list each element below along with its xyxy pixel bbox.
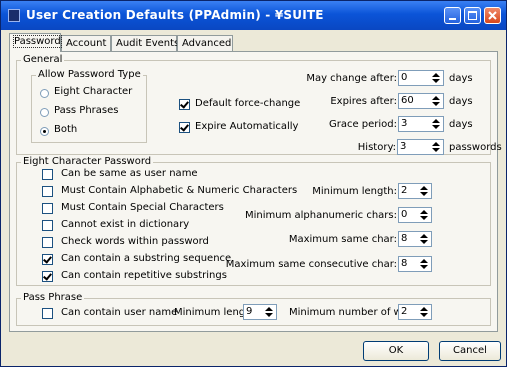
app-icon [8, 9, 20, 22]
spin-arrows-icon[interactable] [428, 94, 443, 108]
default-force-change-label: Default force-change [195, 98, 301, 109]
window-title: User Creation Defaults (PPAdmin) - ¥SUIT… [26, 8, 324, 22]
eight-character-password-group: Eight Character Password Can be same as … [16, 156, 491, 286]
tab-audit-events[interactable]: Audit Events [111, 35, 180, 51]
history-spinner[interactable]: 3 [397, 139, 444, 155]
tab-account[interactable]: Account [61, 35, 111, 51]
spin-arrows-icon[interactable] [416, 305, 431, 319]
not-in-dictionary-label: Cannot exist in dictionary [61, 219, 190, 230]
min-length-label: Minimum length: [312, 186, 397, 197]
substring-sequence-label: Can contain a substring sequence [61, 253, 232, 264]
max-same-char-spinner[interactable]: 8 [398, 231, 432, 247]
general-group: General Allow Password Type Eight Charac… [16, 54, 502, 155]
max-same-consecutive-spinner[interactable]: 8 [398, 256, 432, 272]
spin-arrows-icon[interactable] [428, 140, 443, 154]
special-characters-label: Must Contain Special Characters [61, 202, 224, 213]
history-value: 3 [400, 141, 407, 152]
tab-account-label: Account [66, 38, 107, 49]
grace-period-spinner[interactable]: 3 [398, 116, 444, 132]
check-words-label: Check words within password [61, 236, 209, 247]
pp-min-length-value: 9 [246, 306, 253, 317]
pp-contain-user-name-checkbox[interactable] [42, 308, 53, 319]
special-characters-checkbox[interactable] [42, 203, 53, 214]
repetitive-substrings-label: Can contain repetitive substrings [61, 270, 227, 281]
grace-period-value: 3 [401, 118, 408, 129]
title-bar[interactable]: User Creation Defaults (PPAdmin) - ¥SUIT… [1, 1, 506, 30]
min-length-value: 2 [401, 185, 408, 196]
radio-pass-phrases[interactable] [40, 108, 49, 117]
password-tab-panel: General Allow Password Type Eight Charac… [9, 51, 502, 332]
min-length-spinner[interactable]: 2 [398, 183, 432, 199]
not-in-dictionary-checkbox[interactable] [42, 220, 53, 231]
expires-after-label: Expires after: [330, 96, 397, 107]
pp-min-length-spinner[interactable]: 9 [243, 304, 277, 320]
radio-eight-character-label: Eight Character [54, 86, 133, 97]
expires-after-unit: days [449, 96, 473, 107]
default-force-change-checkbox[interactable] [179, 99, 190, 110]
may-change-after-label: May change after: [306, 73, 397, 84]
alpha-numeric-checkbox[interactable] [42, 186, 53, 197]
min-alphanumeric-value: 0 [401, 209, 408, 220]
check-words-checkbox[interactable] [42, 237, 53, 248]
radio-pass-phrases-label: Pass Phrases [54, 105, 119, 116]
close-button[interactable] [484, 7, 501, 24]
spin-arrows-icon[interactable] [261, 305, 276, 319]
ok-button[interactable]: OK [363, 341, 429, 361]
max-same-consecutive-label: Maximum same consecutive char: [225, 259, 397, 270]
pass-phrase-legend: Pass Phrase [21, 292, 85, 303]
tab-advanced-label: Advanced [182, 38, 232, 49]
cancel-button[interactable]: Cancel [439, 341, 501, 361]
max-same-char-value: 8 [401, 233, 408, 244]
history-label: History: [357, 142, 396, 153]
radio-both-label: Both [54, 124, 78, 135]
same-as-user-name-checkbox[interactable] [42, 169, 53, 180]
tab-advanced[interactable]: Advanced [177, 35, 233, 51]
spin-arrows-icon[interactable] [416, 184, 431, 198]
pp-min-words-value: 2 [401, 306, 408, 317]
tab-password-label: Password [13, 35, 62, 48]
eight-character-password-legend: Eight Character Password [21, 156, 154, 167]
minimize-icon [449, 18, 456, 20]
minimize-button[interactable] [444, 7, 461, 24]
expires-after-value: 60 [401, 95, 414, 106]
history-unit: passwords [449, 142, 502, 153]
min-alphanumeric-label: Minimum alphanumeric chars: [244, 210, 397, 221]
spin-arrows-icon[interactable] [416, 208, 431, 222]
spin-arrows-icon[interactable] [416, 257, 431, 271]
min-alphanumeric-spinner[interactable]: 0 [398, 207, 432, 223]
grace-period-label: Grace period: [328, 119, 397, 130]
tab-password[interactable]: Password [9, 33, 62, 52]
expire-automatically-checkbox[interactable] [179, 122, 190, 133]
maximize-icon [468, 11, 477, 20]
expires-after-spinner[interactable]: 60 [398, 93, 444, 109]
expire-automatically-label: Expire Automatically [195, 121, 299, 132]
maximize-button[interactable] [464, 7, 481, 24]
tab-audit-events-label: Audit Events [116, 38, 180, 49]
close-icon [488, 11, 497, 20]
allow-password-type-legend: Allow Password Type [36, 69, 143, 80]
max-same-char-label: Maximum same char: [288, 234, 397, 245]
may-change-after-spinner[interactable]: 0 [398, 70, 444, 86]
dialog-window: User Creation Defaults (PPAdmin) - ¥SUIT… [0, 0, 507, 367]
same-as-user-name-label: Can be same as user name [61, 168, 198, 179]
pass-phrase-group: Pass Phrase Can contain user name Minimu… [16, 292, 491, 326]
spin-arrows-icon[interactable] [428, 117, 443, 131]
allow-password-type-group: Allow Password Type Eight Character Pass… [31, 69, 147, 143]
substring-sequence-checkbox[interactable] [42, 254, 53, 265]
max-same-consecutive-value: 8 [401, 258, 408, 269]
pp-min-words-spinner[interactable]: 2 [398, 304, 432, 320]
repetitive-substrings-checkbox[interactable] [42, 271, 53, 282]
grace-period-unit: days [449, 119, 473, 130]
general-legend: General [21, 54, 65, 65]
may-change-after-unit: days [449, 73, 473, 84]
spin-arrows-icon[interactable] [428, 71, 443, 85]
pp-contain-user-name-label: Can contain user name [61, 307, 178, 318]
radio-both[interactable] [40, 127, 49, 136]
spin-arrows-icon[interactable] [416, 232, 431, 246]
radio-eight-character[interactable] [40, 89, 49, 98]
may-change-after-value: 0 [401, 72, 408, 83]
